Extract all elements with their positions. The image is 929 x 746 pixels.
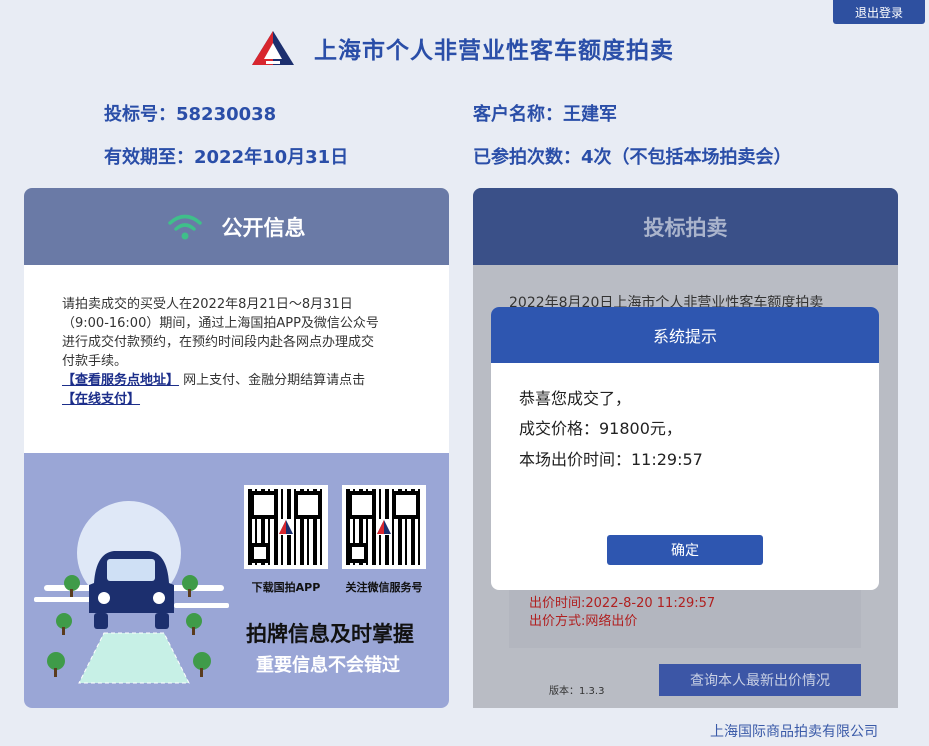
- customer-name-value: 王建军: [563, 104, 617, 125]
- promo-banner: 下载国拍APP 关注微信服务号 拍牌信息及时掌握 重要信息不会错过: [24, 453, 449, 708]
- qr-logo-icon: [278, 519, 294, 535]
- app-qr-code: [244, 485, 328, 569]
- site-title: 上海市个人非营业性客车额度拍卖: [314, 38, 674, 64]
- bid-number: 投标号：58230038: [104, 100, 276, 126]
- site-header: 上海市个人非营业性客车额度拍卖: [250, 28, 674, 68]
- online-payment-link[interactable]: 【在线支付】: [62, 392, 140, 407]
- notice-line: 付款手续。: [62, 354, 128, 369]
- valid-until-value: 2022年10月31日: [194, 147, 349, 168]
- public-info-panel: 公开信息 请拍卖成交的买受人在2022年8月21日～8月31日 （9:00-16…: [24, 188, 449, 708]
- bid-number-label: 投标号：: [104, 104, 176, 125]
- company-name: 上海国际商品拍卖有限公司: [710, 724, 878, 740]
- version-label: 版本：1.3.3: [549, 686, 605, 697]
- confirm-button[interactable]: 确定: [607, 535, 763, 565]
- public-info-header: 公开信息: [24, 188, 449, 265]
- auction-logo-icon: [252, 31, 294, 65]
- wechat-qr-code: [342, 485, 426, 569]
- customer-name: 客户名称：王建军: [473, 100, 617, 126]
- service-address-link[interactable]: 【查看服务点地址】: [62, 373, 179, 388]
- bid-number-value: 58230038: [176, 104, 277, 125]
- payment-notice: 请拍卖成交的买受人在2022年8月21日～8月31日 （9:00-16:00）期…: [24, 265, 449, 453]
- dialog-message-line: 恭喜您成交了，: [519, 389, 632, 408]
- notice-text: 网上支付、金融分期结算请点击: [183, 373, 366, 388]
- auction-count-value: 4次（不包括本场拍卖会）: [581, 147, 792, 168]
- bid-method: 出价方式:网络出价: [529, 614, 638, 629]
- dialog-title: 系统提示: [491, 307, 879, 363]
- public-info-title: 公开信息: [221, 215, 306, 240]
- auction-count-label: 已参拍次数：: [473, 147, 581, 168]
- valid-until: 有效期至：2022年10月31日: [104, 143, 348, 169]
- notice-line: 进行成交付款预约，在预约时间段内赴各网点办理成交: [62, 335, 375, 350]
- wifi-icon: [167, 214, 202, 239]
- dialog-time-line: 本场出价时间：11:29:57: [519, 450, 703, 469]
- auction-count: 已参拍次数：4次（不包括本场拍卖会）: [473, 143, 792, 169]
- notice-line: （9:00-16:00）期间，通过上海国拍APP及微信公众号: [62, 316, 379, 331]
- car-illustration: [34, 501, 229, 684]
- bidding-header: 投标拍卖: [473, 188, 898, 265]
- slogan-main: 拍牌信息及时掌握: [246, 622, 414, 646]
- bidding-title: 投标拍卖: [643, 215, 728, 240]
- notice-line: 【查看服务点地址】 网上支付、金融分期结算请点击: [62, 371, 411, 390]
- app-qr-caption: 下载国拍APP: [251, 581, 321, 594]
- notice-line: 请拍卖成交的买受人在2022年8月21日～8月31日: [62, 297, 353, 312]
- bid-time: 出价时间:2022-8-20 11:29:57: [529, 596, 716, 611]
- valid-until-label: 有效期至：: [104, 147, 194, 168]
- notice-line: 【在线支付】: [62, 390, 411, 409]
- wechat-qr-caption: 关注微信服务号: [345, 581, 423, 594]
- qr-logo-icon: [376, 519, 392, 535]
- dialog-price-line: 成交价格：91800元，: [519, 419, 682, 438]
- customer-name-label: 客户名称：: [473, 104, 563, 125]
- system-dialog: 系统提示 恭喜您成交了， 成交价格：91800元， 本场出价时间：11:29:5…: [491, 307, 879, 590]
- slogan-sub: 重要信息不会错过: [256, 655, 400, 676]
- query-latest-bid-button[interactable]: 查询本人最新出价情况: [659, 664, 861, 696]
- logout-button[interactable]: 退出登录: [833, 0, 925, 24]
